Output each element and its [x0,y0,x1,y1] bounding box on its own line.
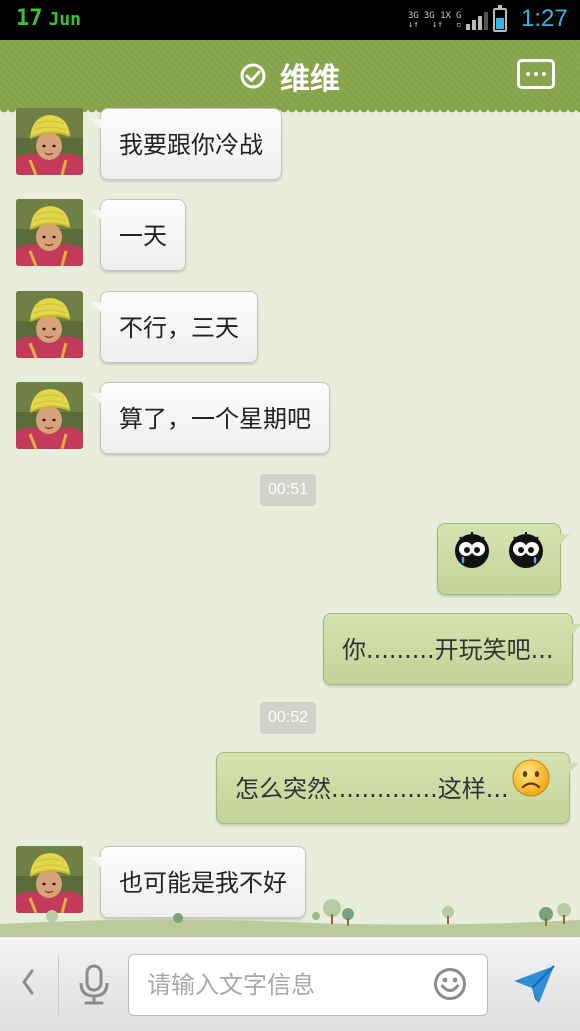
network-label: G [455,11,462,21]
smiley-icon [434,968,466,1000]
battery-icon [493,5,507,32]
contact-avatar[interactable] [16,382,83,449]
send-icon [514,965,555,1003]
contact-avatar[interactable] [16,108,83,175]
message-text: 你.........开玩笑吧... [342,636,554,664]
battery-level [496,18,504,29]
send-button[interactable] [511,963,557,1009]
incoming-message-bubble[interactable]: 算了，一个星期吧 [91,382,330,454]
input-bar [0,936,580,1031]
frown-face-icon [511,754,551,826]
message-text: 也可能是我不好 [119,869,287,897]
more-options-icon [526,72,530,76]
network-3g-icon: 3G ↓↑ [408,11,419,30]
emoji-button[interactable] [433,967,467,1005]
incoming-message-bubble[interactable]: 我要跟你冷战 [91,108,282,180]
signal-strength-icon [466,8,489,30]
timestamp-chip: 00:52 [260,702,317,734]
divider [58,955,59,1015]
microphone-icon [79,964,109,1005]
status-bar: 17 Jun 3G ↓↑ 3G 1X ↓↑ G ▫ 1:27 [0,0,580,40]
chat-title: 维维 [280,62,340,97]
status-day: 17 [16,6,43,31]
network-label: 3G 1X [423,11,451,21]
title-group: 维维 [0,54,580,98]
message-text: 我要跟你冷战 [119,131,263,159]
status-date: 17 Jun [16,6,81,31]
message-text: 算了，一个星期吧 [119,405,311,433]
contact-avatar[interactable] [16,199,83,266]
incoming-message-bubble[interactable]: 一天 [91,199,186,271]
status-time: 1:27 [521,5,568,32]
timestamp-chip: 00:51 [260,474,317,506]
crying-face-icon [452,525,492,597]
outgoing-message-bubble[interactable] [437,523,570,597]
title-bar: 维维 [0,40,580,114]
incoming-message-bubble[interactable]: 不行，三天 [91,291,258,363]
network-label: 3G [408,11,419,21]
voice-input-button[interactable] [74,963,114,1011]
network-indicators: 3G ↓↑ 3G 1X ↓↑ G ▫ [408,8,489,30]
network-3g1x-icon: 3G 1X ↓↑ [423,11,451,30]
scenery-decoration [0,899,580,936]
contact-avatar[interactable] [16,291,83,358]
check-circle-icon [240,63,266,89]
outgoing-message-bubble[interactable]: 怎么突然..............这样... [216,752,579,826]
outgoing-message-bubble[interactable]: 你.........开玩笑吧... [323,613,580,685]
network-g-icon: G ▫ [455,11,462,30]
message-text: 不行，三天 [119,314,239,342]
more-options-button[interactable] [517,59,555,89]
message-text: 怎么突然..............这样... [235,775,509,803]
message-text: 一天 [119,222,167,250]
status-month: Jun [48,9,82,30]
crying-face-icon [506,525,546,597]
chevron-left-icon[interactable] [18,967,38,1001]
chat-history[interactable]: 我要跟你冷战 一天 不行，三天 算了，一个星期吧 00:51 你........… [0,108,580,936]
